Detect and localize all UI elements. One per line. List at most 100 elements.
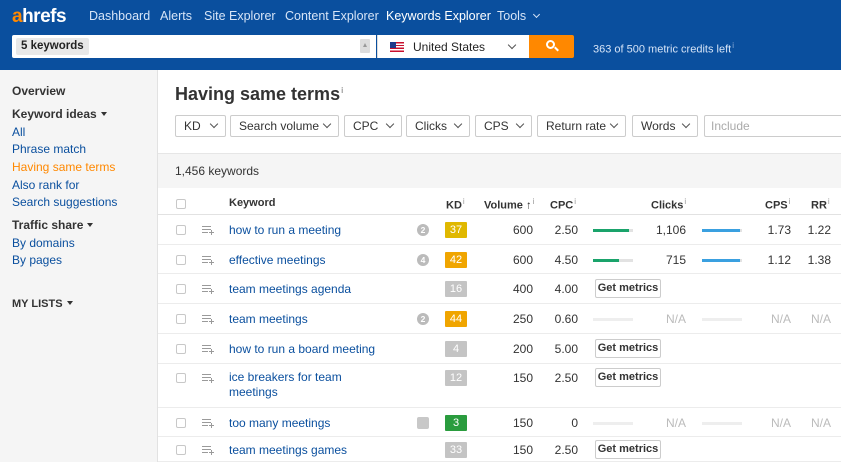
- sidebar-item-all[interactable]: All: [12, 125, 25, 139]
- filter-cps[interactable]: CPS: [475, 115, 532, 137]
- sidebar-item-by-domains[interactable]: By domains: [12, 236, 75, 250]
- filter-words[interactable]: Words: [632, 115, 698, 137]
- info-icon[interactable]: i: [732, 41, 734, 50]
- col-cpc[interactable]: CPCi: [550, 197, 576, 212]
- col-keyword[interactable]: Keyword: [229, 197, 275, 209]
- col-kd[interactable]: KDi: [446, 197, 465, 212]
- keywords-chip[interactable]: 5 keywords: [16, 38, 89, 55]
- sidebar-item-having-same-terms[interactable]: Having same terms: [12, 160, 115, 174]
- keyword-link[interactable]: team meetings agenda: [229, 282, 419, 297]
- row-checkbox[interactable]: [176, 373, 186, 383]
- add-to-list-icon[interactable]: [202, 315, 214, 324]
- kd-badge: 37: [445, 222, 467, 238]
- info-icon[interactable]: i: [828, 197, 830, 206]
- clicks-value: 1,106: [655, 223, 686, 237]
- filter-return-rate[interactable]: Return rate: [537, 115, 626, 137]
- country-select[interactable]: United States: [377, 35, 529, 58]
- get-metrics-button[interactable]: Get metrics: [595, 279, 661, 298]
- add-to-list-icon[interactable]: [202, 419, 214, 428]
- keyword-search-input[interactable]: 5 keywords: [12, 35, 376, 58]
- add-to-list-icon[interactable]: [202, 226, 214, 235]
- upload-file-icon[interactable]: [360, 39, 370, 53]
- get-metrics-button[interactable]: Get metrics: [595, 368, 661, 387]
- clicks-bar-empty: [702, 422, 742, 425]
- sidebar-my-lists[interactable]: MY LISTS: [12, 298, 73, 310]
- add-to-list-icon[interactable]: [202, 345, 214, 354]
- sidebar-item-by-pages[interactable]: By pages: [12, 253, 62, 267]
- row-checkbox[interactable]: [176, 284, 186, 294]
- row-checkbox[interactable]: [176, 445, 186, 455]
- chevron-down-icon: [533, 10, 541, 19]
- nav-dashboard[interactable]: Dashboard: [89, 9, 150, 23]
- info-icon[interactable]: i: [463, 197, 465, 206]
- keyword-link[interactable]: too many meetings: [229, 416, 419, 431]
- info-icon[interactable]: i: [341, 86, 343, 95]
- kd-badge: 4: [445, 341, 467, 357]
- nav-site-explorer[interactable]: Site Explorer: [204, 9, 276, 23]
- row-checkbox[interactable]: [176, 225, 186, 235]
- image-serp-icon[interactable]: [417, 417, 429, 429]
- search-button[interactable]: [529, 35, 574, 58]
- keyword-link[interactable]: team meetings games: [229, 443, 419, 458]
- nav-content-explorer[interactable]: Content Explorer: [285, 9, 379, 23]
- nav-tools[interactable]: Tools: [497, 9, 541, 23]
- paid-clicks-bar-fill: [593, 229, 629, 232]
- clicks-bar-empty: [702, 318, 742, 321]
- sidebar-overview[interactable]: Overview: [12, 84, 65, 98]
- row-checkbox[interactable]: [176, 418, 186, 428]
- add-to-list-icon[interactable]: [202, 374, 214, 383]
- keyword-link[interactable]: how to run a meeting: [229, 223, 419, 238]
- col-rr[interactable]: RRi: [811, 197, 830, 212]
- row-checkbox[interactable]: [176, 344, 186, 354]
- col-volume[interactable]: Volume ↑i: [484, 197, 534, 212]
- sidebar-item-also-rank-for[interactable]: Also rank for: [12, 178, 79, 192]
- select-all-checkbox[interactable]: [176, 199, 186, 209]
- volume-value: 200: [512, 342, 533, 356]
- rr-value: 1.38: [807, 253, 831, 267]
- cpc-value: 2.50: [554, 223, 578, 237]
- add-to-list-icon[interactable]: [202, 446, 214, 455]
- filter-search-volume[interactable]: Search volume: [230, 115, 339, 137]
- caret-down-icon: [66, 301, 73, 305]
- country-label: United States: [413, 40, 486, 54]
- keyword-link[interactable]: ice breakers for team meetings: [229, 370, 354, 400]
- nav-keywords-explorer[interactable]: Keywords Explorer: [386, 9, 491, 23]
- cpc-value: 5.00: [554, 342, 578, 356]
- sidebar-item-search-suggestions[interactable]: Search suggestions: [12, 195, 117, 209]
- table-row: team meetings games 33 150 2.50 Get metrics: [158, 437, 841, 462]
- kd-badge: 33: [445, 442, 467, 458]
- row-checkbox[interactable]: [176, 314, 186, 324]
- col-cps[interactable]: CPSi: [765, 197, 790, 212]
- keyword-link[interactable]: how to run a board meeting: [229, 342, 419, 357]
- kd-badge: 16: [445, 281, 467, 297]
- kd-badge: 42: [445, 252, 467, 268]
- filter-cpc[interactable]: CPC: [344, 115, 402, 137]
- add-to-list-icon[interactable]: [202, 256, 214, 265]
- chevron-down-icon: [609, 119, 619, 129]
- nav-alerts[interactable]: Alerts: [160, 9, 192, 23]
- filter-kd[interactable]: KD: [175, 115, 226, 137]
- serp-count-icon[interactable]: 2: [417, 224, 429, 236]
- sidebar-keyword-ideas[interactable]: Keyword ideas: [12, 107, 107, 121]
- serp-count-icon[interactable]: 4: [417, 254, 429, 266]
- col-rr-label: RR: [811, 199, 827, 212]
- info-icon[interactable]: i: [789, 197, 791, 206]
- include-input[interactable]: [704, 115, 841, 137]
- add-to-list-icon[interactable]: [202, 285, 214, 294]
- serp-count-icon[interactable]: 2: [417, 313, 429, 325]
- filter-clicks[interactable]: Clicks: [406, 115, 470, 137]
- col-clicks[interactable]: Clicksi: [651, 197, 686, 212]
- keyword-link[interactable]: team meetings: [229, 312, 419, 327]
- paid-clicks-bar-fill: [593, 259, 619, 262]
- sidebar-item-phrase-match[interactable]: Phrase match: [12, 142, 86, 156]
- get-metrics-button[interactable]: Get metrics: [595, 440, 661, 459]
- keyword-link[interactable]: effective meetings: [229, 253, 419, 268]
- info-icon[interactable]: i: [574, 197, 576, 206]
- paid-clicks-bar-empty: [593, 318, 633, 321]
- ahrefs-logo[interactable]: ahrefs: [12, 6, 67, 28]
- info-icon[interactable]: i: [532, 197, 534, 206]
- get-metrics-button[interactable]: Get metrics: [595, 339, 661, 358]
- row-checkbox[interactable]: [176, 255, 186, 265]
- info-icon[interactable]: i: [684, 197, 686, 206]
- sidebar-traffic-share[interactable]: Traffic share: [12, 218, 94, 232]
